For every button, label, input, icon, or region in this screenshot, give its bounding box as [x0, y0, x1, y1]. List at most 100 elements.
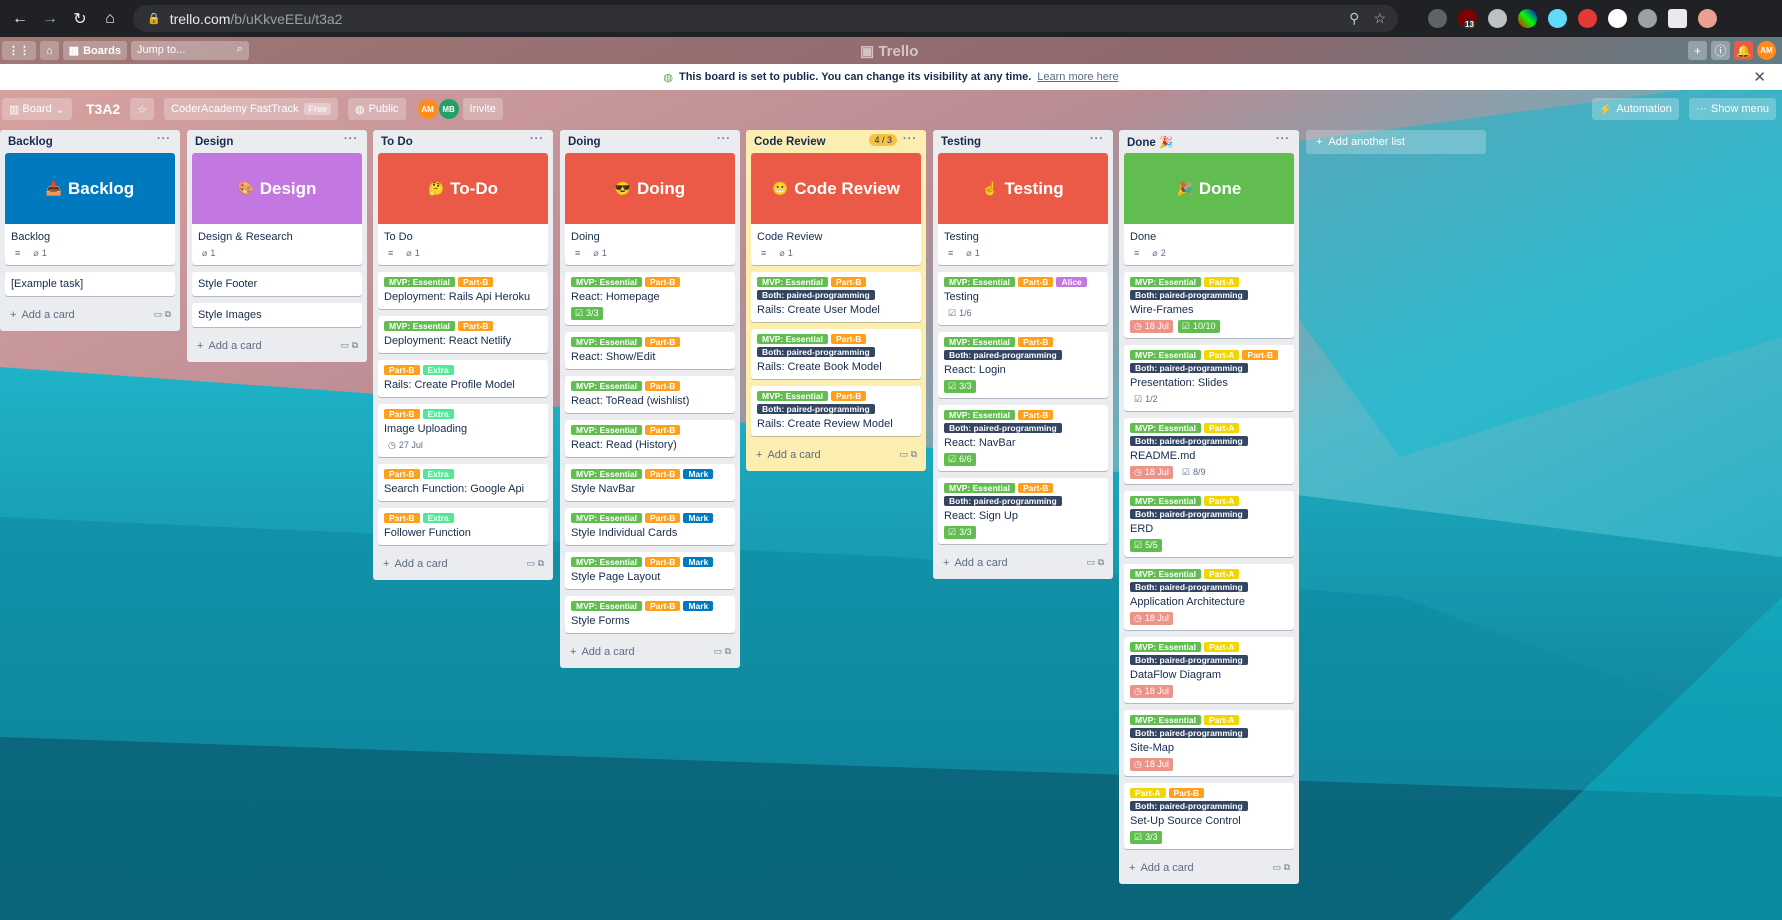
notifications-bell-icon[interactable]: 🔔 — [1734, 41, 1753, 60]
card-label[interactable]: Part-B — [384, 469, 420, 479]
card-label[interactable]: MVP: Essential — [1130, 350, 1201, 360]
list-title[interactable]: Design — [195, 136, 233, 148]
card-label[interactable]: Part-B — [1168, 788, 1205, 798]
list-card[interactable]: Style Images — [192, 303, 362, 327]
list-header[interactable]: Backlog ··· — [5, 130, 175, 153]
card-label[interactable]: Both: paired-programming — [1130, 728, 1248, 738]
card-label[interactable]: Both: paired-programming — [1130, 509, 1248, 519]
list-card[interactable]: MVP: Essential Part-A Both: paired-program… — [1124, 418, 1294, 484]
create-button[interactable]: + — [1688, 41, 1707, 60]
list-card[interactable]: MVP: Essential Part-B Both: paired-program… — [751, 272, 921, 322]
add-card-button[interactable]: + Add a card ▭ ⧉ — [192, 334, 362, 358]
list-card[interactable]: MVP: Essential Part-B Both: paired-program… — [938, 478, 1108, 544]
card-label[interactable]: Both: paired-programming — [1130, 801, 1248, 811]
card-label[interactable]: Part-B — [644, 425, 681, 435]
board-view-switcher[interactable]: ▥ Board ⌄ — [2, 98, 72, 120]
puzzle-extension-icon[interactable] — [1668, 9, 1687, 28]
list-card[interactable]: Part-B Extra Rails: Create Profile Model — [378, 360, 548, 397]
card-label[interactable]: MVP: Essential — [571, 601, 642, 611]
card-label[interactable]: MVP: Essential — [571, 381, 642, 391]
add-card-button[interactable]: + Add a card ▭ ⧉ — [5, 303, 175, 327]
card-label[interactable]: Part-B — [830, 391, 867, 401]
forward-icon[interactable]: → — [40, 9, 60, 29]
learn-more-link[interactable]: Learn more here — [1037, 71, 1118, 83]
card-label[interactable]: Part-B — [384, 409, 420, 419]
card-label[interactable]: Part-A — [1203, 277, 1240, 287]
card-label[interactable]: MVP: Essential — [1130, 423, 1201, 433]
list-header[interactable]: Done 🎉 ··· — [1124, 130, 1294, 153]
card-label[interactable]: Part-B — [1017, 410, 1054, 420]
card-label[interactable]: MVP: Essential — [944, 410, 1015, 420]
card-label[interactable]: Both: paired-programming — [1130, 363, 1248, 373]
list-menu-icon[interactable]: ··· — [903, 133, 917, 145]
list-card[interactable]: MVP: Essential Part-B Both: paired-program… — [938, 332, 1108, 398]
list-card[interactable]: Part-B Extra Search Function: Google Api — [378, 464, 548, 501]
card-template-icon[interactable]: ▭ ⧉ — [1273, 862, 1290, 873]
card-label[interactable]: Part-A — [1203, 350, 1240, 360]
reload-icon[interactable]: ↻ — [70, 9, 90, 29]
add-card-button[interactable]: + Add a card ▭ ⧉ — [378, 552, 548, 576]
due-date-badge[interactable]: ◷ 18 Jul — [1130, 320, 1173, 333]
back-icon[interactable]: ← — [10, 9, 30, 29]
add-card-button[interactable]: + Add a card ▭ ⧉ — [565, 640, 735, 664]
card-label[interactable]: MVP: Essential — [1130, 642, 1201, 652]
card-label[interactable]: Both: paired-programming — [757, 404, 875, 414]
card-label[interactable]: MVP: Essential — [571, 425, 642, 435]
card-label[interactable]: MVP: Essential — [1130, 277, 1201, 287]
due-date-badge[interactable]: ◷ 18 Jul — [1130, 685, 1173, 698]
list-title[interactable]: To Do — [381, 136, 413, 148]
list-card[interactable]: MVP: Essential Part-B Mark Style Individual… — [565, 508, 735, 545]
list-menu-icon[interactable]: ··· — [344, 133, 358, 145]
card-label[interactable]: Extra — [422, 365, 454, 375]
due-date-badge[interactable]: ◷ 18 Jul — [1130, 466, 1173, 479]
list-card[interactable]: Part-B Extra Image Uploading ◷ 27 Jul — [378, 404, 548, 457]
octopus-extension-icon[interactable] — [1488, 9, 1507, 28]
color-extension-icon[interactable] — [1518, 9, 1537, 28]
list-card[interactable]: 🎨 Design Design & Research ⌀ 1 — [192, 153, 362, 265]
list-card[interactable]: MVP: Essential Part-B Both: paired-program… — [751, 386, 921, 436]
list-menu-icon[interactable]: ··· — [717, 133, 731, 145]
list-header[interactable]: Design ··· — [192, 130, 362, 153]
add-card-button[interactable]: + Add a card ▭ ⧉ — [751, 443, 921, 467]
card-label[interactable]: MVP: Essential — [944, 337, 1015, 347]
card-label[interactable]: Part-B — [1017, 337, 1054, 347]
due-date-badge[interactable]: ◷ 18 Jul — [1130, 758, 1173, 771]
list-card[interactable]: 😎 Doing Doing ≡ ⌀ 1 — [565, 153, 735, 265]
list-menu-icon[interactable]: ··· — [530, 133, 544, 145]
add-card-button[interactable]: + Add a card ▭ ⧉ — [938, 551, 1108, 575]
card-template-icon[interactable]: ▭ ⧉ — [900, 449, 917, 460]
list-card[interactable]: [Example task] — [5, 272, 175, 296]
card-label[interactable]: MVP: Essential — [571, 277, 642, 287]
pen-extension-icon[interactable] — [1608, 9, 1627, 28]
card-label[interactable]: Part-B — [1017, 277, 1054, 287]
zoom-icon[interactable]: ⚲ — [1349, 10, 1359, 27]
card-label[interactable]: Part-B — [384, 513, 420, 523]
profile-avatar-icon[interactable] — [1698, 9, 1717, 28]
extension-icon[interactable] — [1428, 9, 1447, 28]
card-label[interactable]: Part-B — [830, 277, 867, 287]
card-label[interactable]: Part-B — [644, 557, 681, 567]
list-card[interactable]: MVP: Essential Part-B React: ToRead (wishl… — [565, 376, 735, 413]
card-label[interactable]: Part-A — [1203, 569, 1240, 579]
list-card[interactable]: MVP: Essential Part-B Mark Style Page Layou… — [565, 552, 735, 589]
card-label[interactable]: MVP: Essential — [1130, 715, 1201, 725]
card-label[interactable]: MVP: Essential — [757, 277, 828, 287]
card-label[interactable]: Part-B — [644, 601, 681, 611]
list-card[interactable]: 🤔 To-Do To Do ≡ ⌀ 1 — [378, 153, 548, 265]
card-label[interactable]: MVP: Essential — [571, 557, 642, 567]
list-card[interactable]: MVP: Essential Part-B Both: paired-program… — [751, 329, 921, 379]
list-card[interactable]: MVP: Essential Part-A Both: paired-program… — [1124, 491, 1294, 557]
card-label[interactable]: Mark — [683, 469, 714, 479]
card-label[interactable]: Both: paired-programming — [1130, 436, 1248, 446]
list-card[interactable]: MVP: Essential Part-A Both: paired-program… — [1124, 637, 1294, 703]
card-label[interactable]: MVP: Essential — [1130, 496, 1201, 506]
member-avatar[interactable]: AM — [417, 99, 438, 119]
info-icon[interactable]: ⓘ — [1711, 41, 1730, 60]
add-list-button[interactable]: + Add another list — [1306, 130, 1486, 154]
card-label[interactable]: MVP: Essential — [757, 334, 828, 344]
list-card[interactable]: MVP: Essential Part-B Alice Testing ☑ 1/6 — [938, 272, 1108, 325]
card-label[interactable]: Both: paired-programming — [1130, 582, 1248, 592]
list-card[interactable]: MVP: Essential Part-A Both: paired-program… — [1124, 710, 1294, 776]
card-label[interactable]: Both: paired-programming — [757, 347, 875, 357]
card-label[interactable]: Both: paired-programming — [1130, 290, 1248, 300]
